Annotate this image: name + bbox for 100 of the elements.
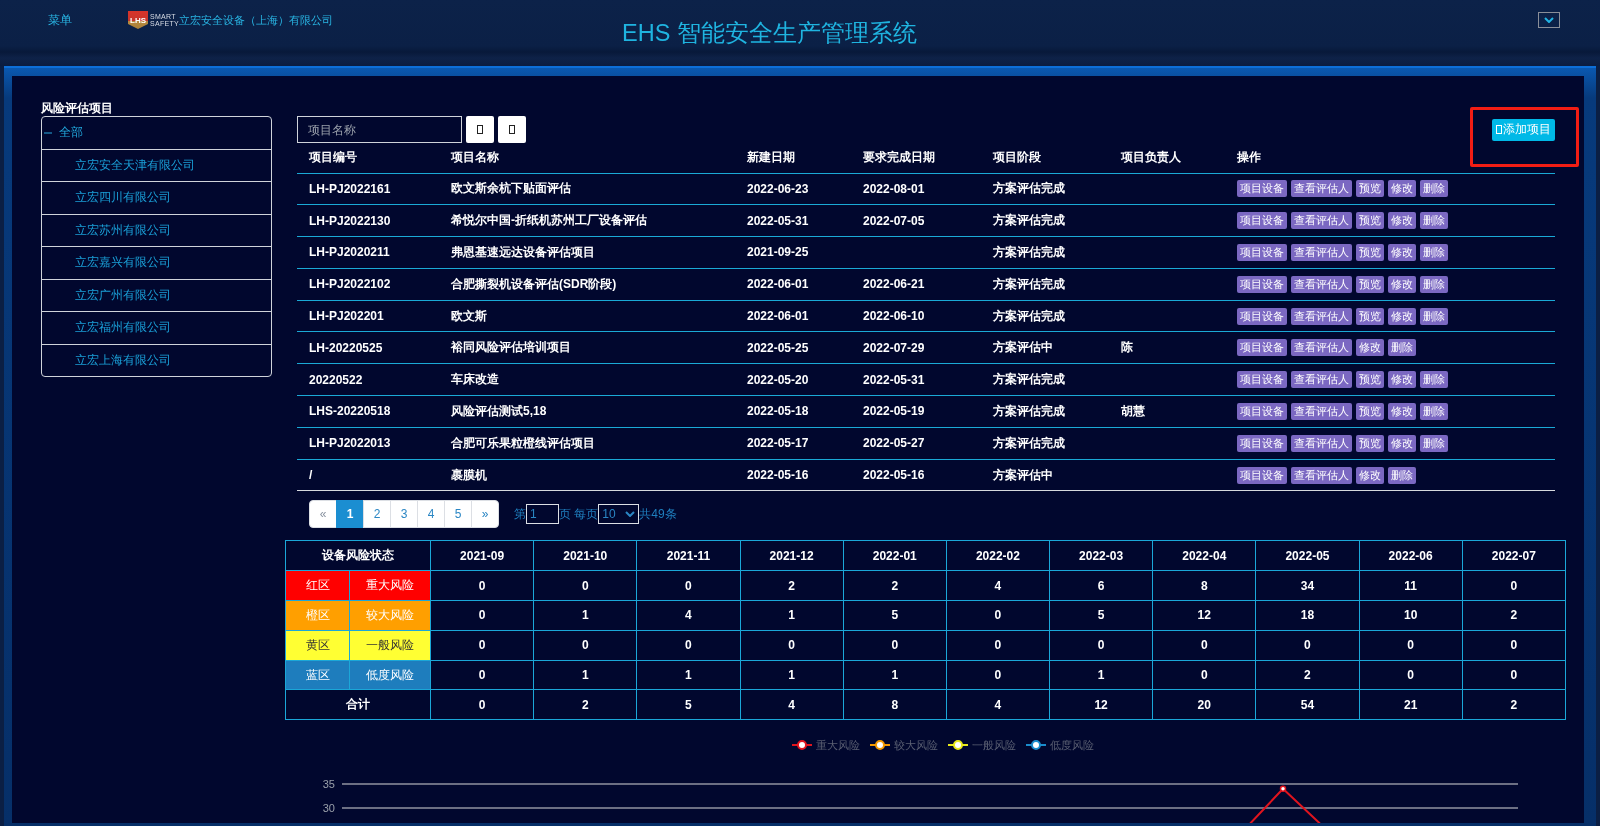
action-button[interactable]: 查看评估人 <box>1291 212 1352 230</box>
action-button[interactable]: 查看评估人 <box>1291 466 1352 484</box>
page-button[interactable]: » <box>471 500 499 529</box>
action-button[interactable]: 项目设备 <box>1237 466 1287 484</box>
table-cell: 6 <box>1049 570 1153 601</box>
action-button[interactable]: 项目设备 <box>1237 275 1287 293</box>
page-button[interactable]: « <box>309 500 337 529</box>
page-input[interactable]: 1 <box>526 504 559 525</box>
table-cell: 裕同风险评估培训项目 <box>439 332 735 364</box>
toolbar-button[interactable] <box>466 116 494 143</box>
action-button[interactable]: 删除 <box>1420 307 1448 325</box>
action-button[interactable]: 删除 <box>1388 339 1416 357</box>
action-button[interactable]: 查看评估人 <box>1291 275 1352 293</box>
action-button[interactable]: 项目设备 <box>1237 339 1287 357</box>
action-button[interactable]: 查看评估人 <box>1291 339 1352 357</box>
column-header: 2021-12 <box>740 540 844 571</box>
action-button[interactable]: 查看评估人 <box>1291 434 1352 452</box>
tree-item[interactable]: 全部 <box>42 117 271 149</box>
action-button[interactable]: 删除 <box>1420 434 1448 452</box>
action-button[interactable]: 修改 <box>1388 371 1416 389</box>
table-cell: 合肥撕裂机设备评估(SDR阶段) <box>439 268 735 301</box>
table-cell: 11 <box>1359 570 1463 601</box>
action-button[interactable]: 项目设备 <box>1237 402 1287 420</box>
page-button[interactable]: 3 <box>390 500 418 529</box>
page-button[interactable]: 4 <box>417 500 445 529</box>
action-button[interactable]: 修改 <box>1388 434 1416 452</box>
action-button[interactable]: 预览 <box>1356 434 1384 452</box>
action-button[interactable]: 删除 <box>1420 212 1448 230</box>
table-cell: 0 <box>1462 570 1566 601</box>
action-button[interactable]: 预览 <box>1356 212 1384 230</box>
search-field[interactable]: 项目名称 <box>297 116 462 143</box>
legend-label[interactable]: 低度风险 <box>1049 737 1094 753</box>
legend-marker-icon[interactable] <box>947 740 968 751</box>
action-button[interactable]: 删除 <box>1420 180 1448 198</box>
action-button[interactable]: 删除 <box>1388 466 1416 484</box>
legend-label[interactable]: 重大风险 <box>815 737 860 753</box>
toolbar-button[interactable] <box>498 116 526 143</box>
action-button[interactable]: 预览 <box>1356 275 1384 293</box>
action-button[interactable]: 修改 <box>1388 212 1416 230</box>
action-button[interactable]: 修改 <box>1388 180 1416 198</box>
action-button[interactable]: 删除 <box>1420 244 1448 261</box>
legend-marker-icon[interactable] <box>1025 740 1046 751</box>
page-button[interactable]: 1 <box>336 500 364 529</box>
table-cell: 0 <box>1152 660 1256 690</box>
action-button[interactable]: 删除 <box>1420 402 1448 420</box>
action-button[interactable]: 项目设备 <box>1237 307 1287 325</box>
action-button[interactable]: 修改 <box>1388 275 1416 293</box>
column-header: 2021-11 <box>636 540 740 571</box>
action-button[interactable]: 项目设备 <box>1237 180 1287 198</box>
action-button[interactable]: 项目设备 <box>1237 371 1287 389</box>
action-button[interactable]: 项目设备 <box>1237 212 1287 230</box>
tree-item[interactable]: 立宏广州有限公司 <box>42 278 271 311</box>
legend-marker-icon[interactable] <box>791 740 812 751</box>
action-button[interactable]: 修改 <box>1388 402 1416 420</box>
action-button[interactable]: 查看评估人 <box>1291 402 1352 420</box>
page-size-select[interactable]: 10 <box>598 504 640 525</box>
add-button[interactable]: 添加项目 <box>1492 118 1555 141</box>
action-button[interactable]: 修改 <box>1388 244 1416 261</box>
column-header: 2022-01 <box>843 540 947 571</box>
table-cell: 2022-05-31 <box>735 204 851 237</box>
action-button[interactable]: 查看评估人 <box>1291 180 1352 198</box>
table-cell: 4 <box>946 570 1050 601</box>
tree-item[interactable]: 立宏安全天津有限公司 <box>42 148 271 181</box>
tree-item[interactable]: 立宏嘉兴有限公司 <box>42 246 271 279</box>
legend-marker-icon[interactable] <box>869 740 890 751</box>
page-button[interactable]: 5 <box>444 500 472 529</box>
table-cell: 8 <box>1152 570 1256 601</box>
column-header: 项目负责人 <box>1109 143 1225 173</box>
tree-item[interactable]: 立宏福州有限公司 <box>42 311 271 344</box>
action-button[interactable]: 预览 <box>1356 371 1384 389</box>
action-button[interactable]: 删除 <box>1420 371 1448 389</box>
table-cell: LH-PJ2022102 <box>297 268 439 301</box>
action-button[interactable]: 查看评估人 <box>1291 244 1352 261</box>
table-cell: 0 <box>533 570 637 601</box>
action-button[interactable]: 修改 <box>1388 307 1416 325</box>
tree-item[interactable]: 立宏苏州有限公司 <box>42 213 271 246</box>
action-button[interactable]: 预览 <box>1356 402 1384 420</box>
column-header: 操作 <box>1225 143 1555 173</box>
action-button[interactable]: 查看评估人 <box>1291 307 1352 325</box>
action-button[interactable]: 项目设备 <box>1237 434 1287 452</box>
tree-item[interactable]: 立宏四川有限公司 <box>42 181 271 214</box>
legend-label[interactable]: 一般风险 <box>971 737 1016 753</box>
series-line <box>1249 788 1321 823</box>
page-button[interactable]: 2 <box>363 500 391 529</box>
legend-label[interactable]: 较大风险 <box>893 737 938 753</box>
menu-link[interactable]: 菜单 <box>48 12 72 28</box>
table-cell: 陈 <box>1109 332 1225 364</box>
action-button[interactable]: 预览 <box>1356 244 1384 261</box>
table-cell: 0 <box>1359 660 1463 690</box>
dropdown-button[interactable] <box>1538 12 1560 28</box>
tree-item[interactable]: 立宏上海有限公司 <box>42 343 271 376</box>
action-button[interactable]: 预览 <box>1356 307 1384 325</box>
table-cell: 5 <box>636 689 740 720</box>
action-button[interactable]: 查看评估人 <box>1291 371 1352 389</box>
action-button[interactable]: 预览 <box>1356 180 1384 198</box>
action-button[interactable]: 删除 <box>1420 275 1448 293</box>
table-cell: 方案评估中 <box>981 459 1109 491</box>
action-button[interactable]: 修改 <box>1356 339 1384 357</box>
action-button[interactable]: 修改 <box>1356 466 1384 484</box>
action-button[interactable]: 项目设备 <box>1237 244 1287 261</box>
